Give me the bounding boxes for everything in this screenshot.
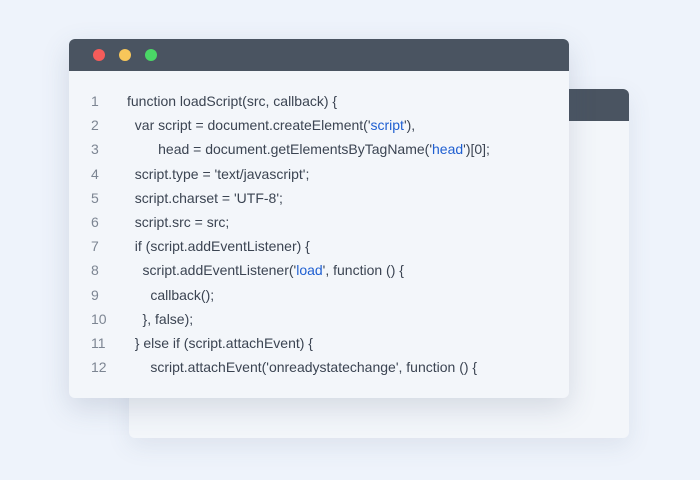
line-number: 9 xyxy=(91,286,99,303)
code-segment: ')[0]; xyxy=(463,141,490,158)
code-segment: function loadScript(src, callback) { xyxy=(127,93,338,109)
code-text: script.charset = 'UTF-8'; xyxy=(127,186,283,210)
code-text: callback(); xyxy=(127,283,214,307)
code-line: 2 var script = document.createElement('s… xyxy=(69,113,569,137)
code-segment: } else if (script.attachEvent) { xyxy=(127,334,313,351)
code-line: 6 script.src = src; xyxy=(69,210,569,234)
code-segment: var script = document.createElement(' xyxy=(127,117,371,134)
code-segment: script.type = 'text/javascript'; xyxy=(127,165,310,182)
code-text: }, false); xyxy=(127,307,194,331)
code-segment: '), xyxy=(403,117,416,134)
code-text: script.src = src; xyxy=(127,210,230,234)
code-line: 11 } else if (script.attachEvent) { xyxy=(69,331,569,355)
code-line: 9 callback(); xyxy=(69,283,569,307)
string-literal: head xyxy=(432,141,464,158)
code-area: 1 function loadScript(src, callback) { 2 v… xyxy=(69,89,569,379)
window-titlebar xyxy=(69,39,569,71)
code-segment: }, false); xyxy=(127,310,194,327)
maximize-window-button[interactable] xyxy=(145,49,157,61)
line-number: 2 xyxy=(91,117,99,134)
line-number: 3 xyxy=(91,141,99,158)
code-segment: script.attachEvent('onreadystatechange',… xyxy=(127,359,478,376)
code-line: 4 script.type = 'text/javascript'; xyxy=(69,162,569,186)
line-number: 1 xyxy=(91,93,99,109)
code-segment: head = document.getElementsByTagName(' xyxy=(127,141,432,158)
code-line: 8 script.addEventListener('load', functi… xyxy=(69,258,569,282)
close-window-button[interactable] xyxy=(93,49,105,61)
code-line: 10 }, false); xyxy=(69,307,569,331)
code-line: 5 script.charset = 'UTF-8'; xyxy=(69,186,569,210)
code-text: script.type = 'text/javascript'; xyxy=(127,162,310,186)
code-text: function loadScript(src, callback) { xyxy=(127,89,337,113)
code-segment: script.charset = 'UTF-8'; xyxy=(127,189,283,206)
line-number: 12 xyxy=(91,359,107,376)
line-number: 6 xyxy=(91,213,99,230)
code-text: script.addEventListener('load', function… xyxy=(127,258,404,282)
line-number: 4 xyxy=(91,165,99,182)
code-text: script.attachEvent('onreadystatechange',… xyxy=(127,355,477,379)
code-editor-window: 1 function loadScript(src, callback) { 2 v… xyxy=(69,39,569,398)
line-number: 11 xyxy=(91,334,106,351)
line-number: 5 xyxy=(91,189,99,206)
line-number: 7 xyxy=(91,238,99,255)
code-text: var script = document.createElement('scr… xyxy=(127,113,415,137)
code-segment: if (script.addEventListener) { xyxy=(127,238,310,255)
line-number: 10 xyxy=(91,310,107,327)
line-number: 8 xyxy=(91,262,99,279)
code-segment: ', function () { xyxy=(322,262,404,279)
string-literal: script xyxy=(370,117,404,134)
code-text: } else if (script.attachEvent) { xyxy=(127,331,313,355)
code-line: 1 function loadScript(src, callback) { xyxy=(69,89,569,113)
code-text: if (script.addEventListener) { xyxy=(127,234,310,258)
string-literal: load xyxy=(296,262,323,279)
code-line: 3 head = document.getElementsByTagName('… xyxy=(69,137,569,161)
code-text: head = document.getElementsByTagName('he… xyxy=(127,137,490,161)
code-segment: callback(); xyxy=(127,286,215,303)
minimize-window-button[interactable] xyxy=(119,49,131,61)
code-segment: script.addEventListener(' xyxy=(127,262,297,279)
code-segment: script.src = src; xyxy=(127,213,230,230)
code-line: 12 script.attachEvent('onreadystatechang… xyxy=(69,355,569,379)
code-line: 7 if (script.addEventListener) { xyxy=(69,234,569,258)
